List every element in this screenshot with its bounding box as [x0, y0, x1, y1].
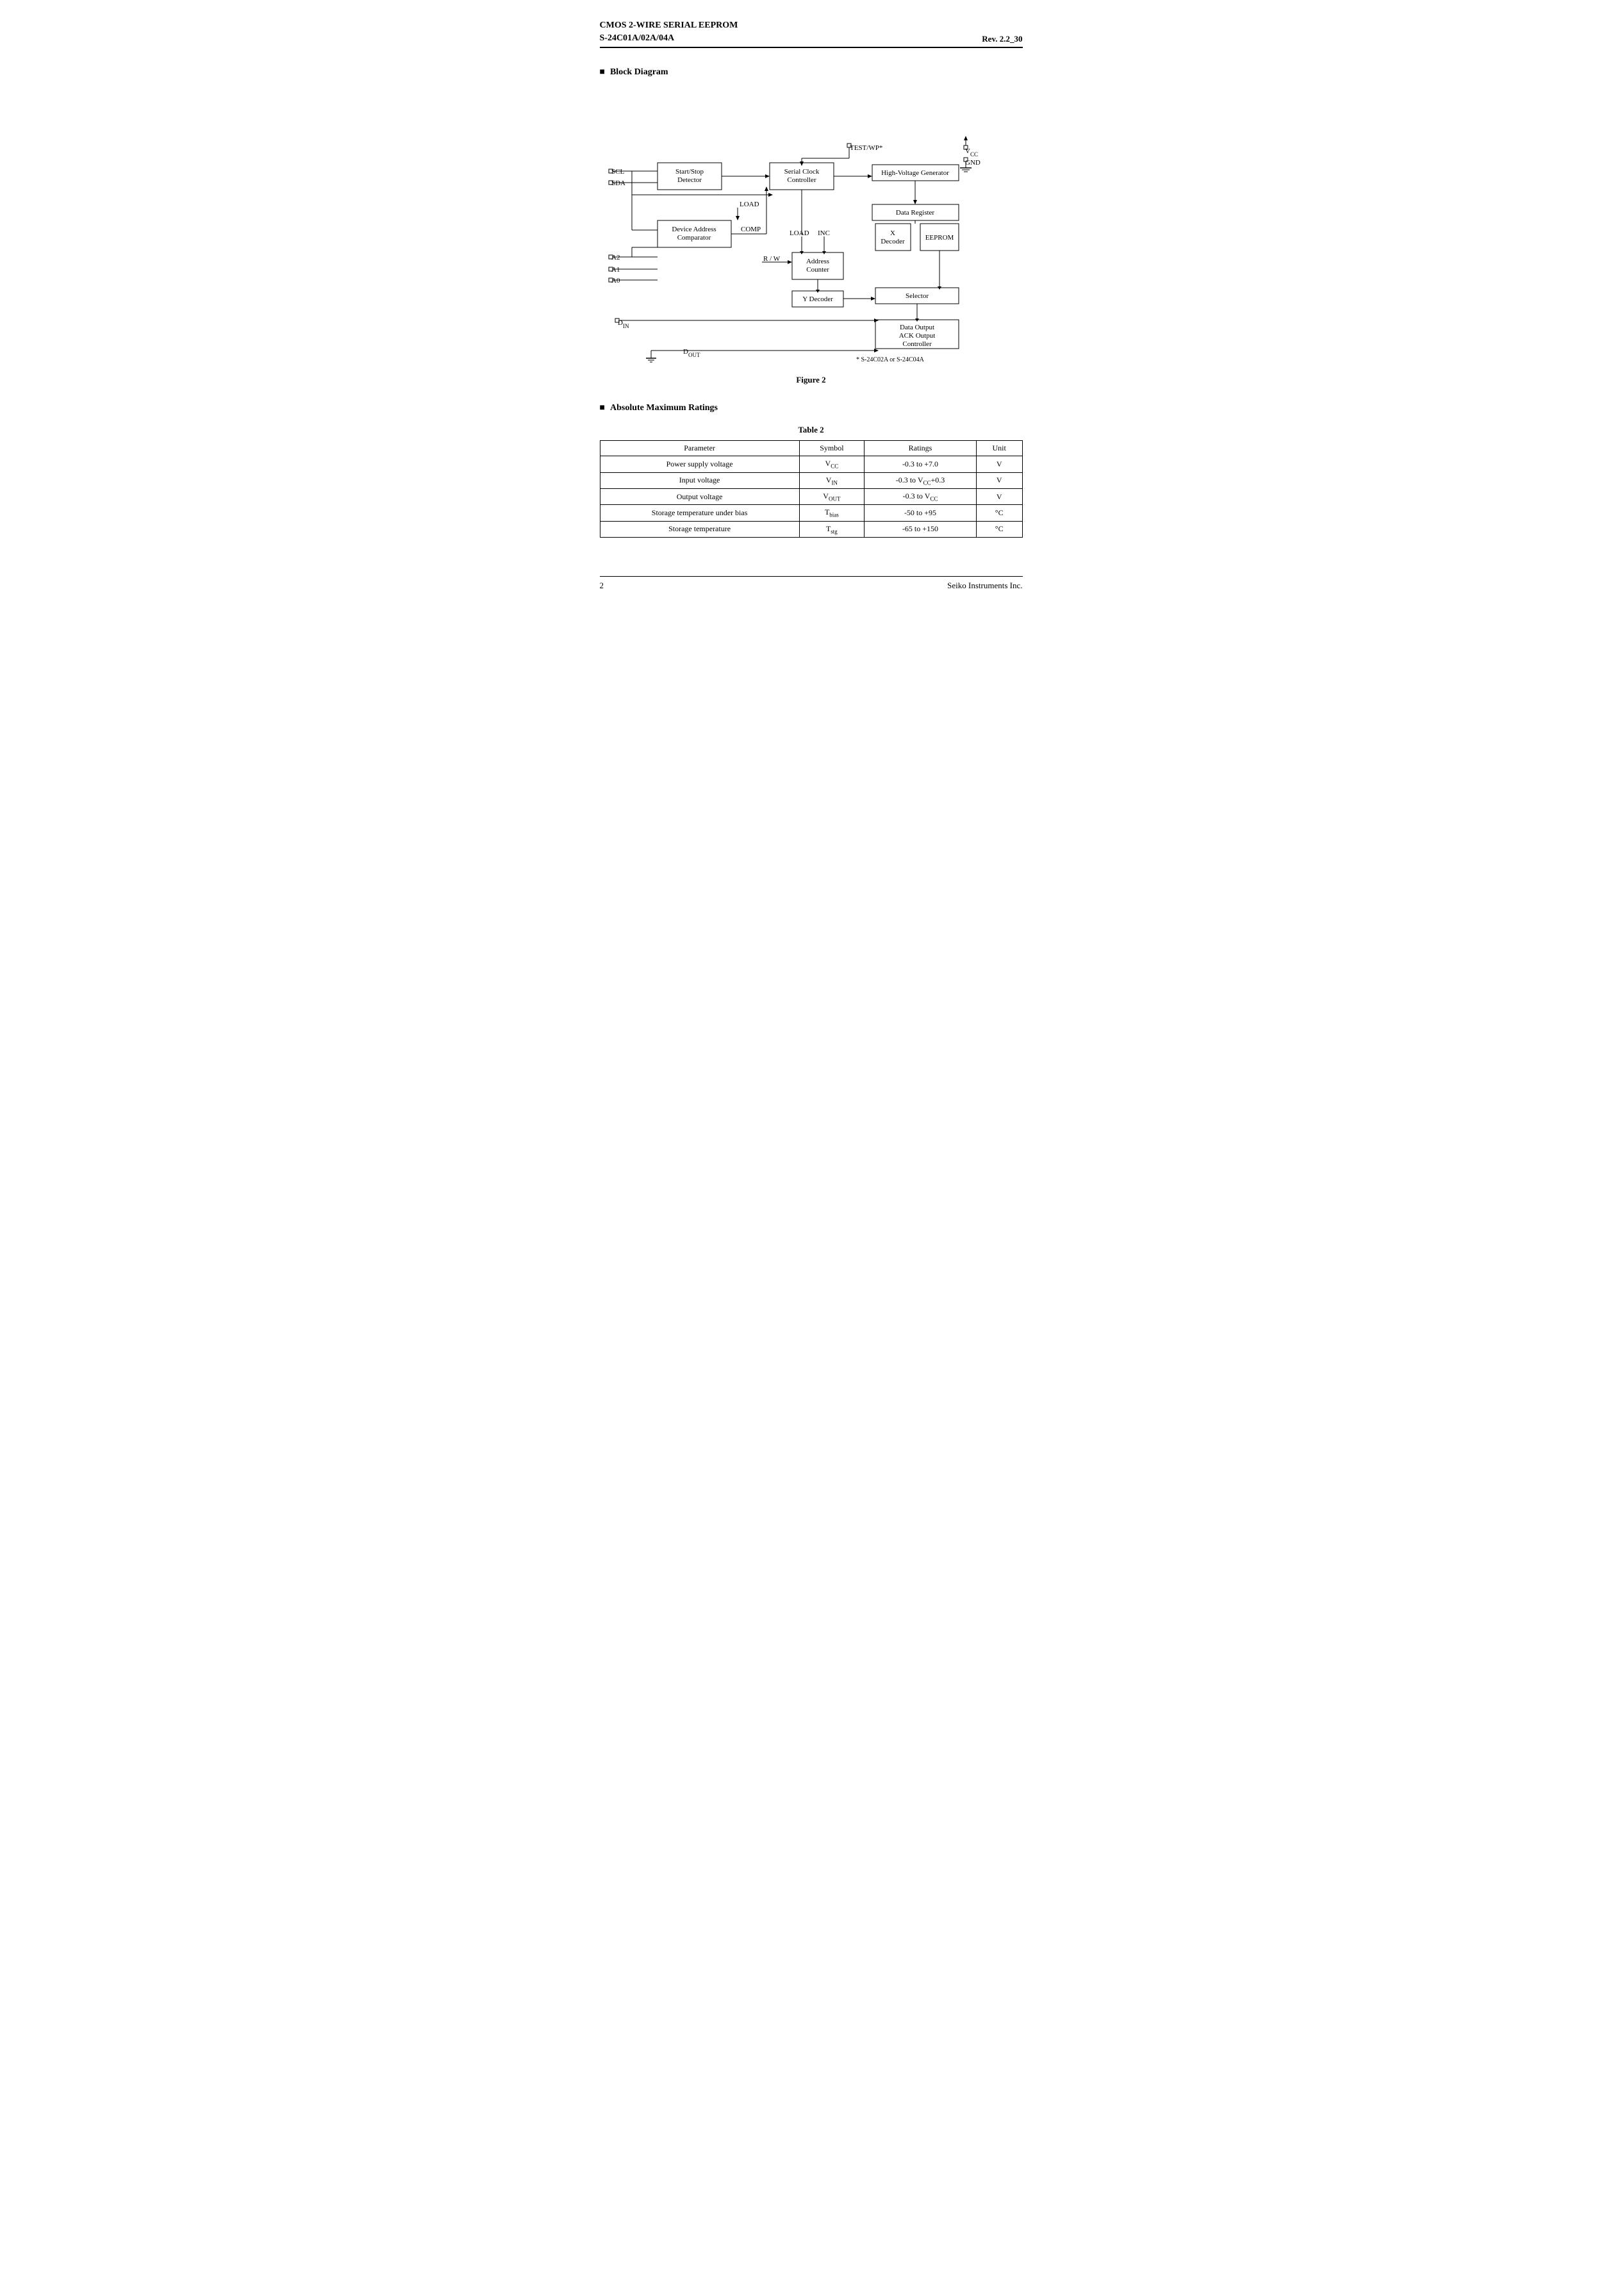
rat-vcc: -0.3 to +7.0: [865, 456, 977, 472]
param-storage-bias: Storage temperature under bias: [600, 505, 799, 521]
dout-label: DOUT: [683, 348, 700, 358]
sym-tbias: Tbias: [799, 505, 864, 521]
figure-caption: Figure 2: [600, 375, 1023, 385]
rat-vout: -0.3 to VCC: [865, 488, 977, 504]
table-row: Storage temperature under bias Tbias -50…: [600, 505, 1022, 521]
address-counter-label2: Counter: [806, 266, 829, 274]
rat-vin: -0.3 to VCC+0.3: [865, 472, 977, 488]
table-row: Output voltage VOUT -0.3 to VCC V: [600, 488, 1022, 504]
page-footer: 2 Seiko Instruments Inc.: [600, 576, 1023, 591]
device-address-label: Device Address: [672, 226, 716, 233]
param-output-voltage: Output voltage: [600, 488, 799, 504]
param-storage-temp: Storage temperature: [600, 521, 799, 537]
block-diagram-heading: Block Diagram: [600, 67, 1023, 78]
unit-tstg: °C: [976, 521, 1022, 537]
eeprom-label: EEPROM: [925, 234, 954, 242]
abs-max-heading: Absolute Maximum Ratings: [600, 403, 1023, 413]
company-name: Seiko Instruments Inc.: [947, 581, 1022, 591]
serial-clock-label: Serial Clock: [784, 168, 819, 176]
ack-output-label: ACK Output: [898, 332, 935, 340]
table-row: Input voltage VIN -0.3 to VCC+0.3 V: [600, 472, 1022, 488]
diagram-svg: SCL SDA Start/Stop Detector Serial Clock…: [600, 89, 1036, 365]
col-unit: Unit: [976, 441, 1022, 456]
rat-tbias: -50 to +95: [865, 505, 977, 521]
page-header: CMOS 2-WIRE SERIAL EEPROM S-24C01A/02A/0…: [600, 19, 1023, 48]
table-row: Storage temperature Tstg -65 to +150 °C: [600, 521, 1022, 537]
revision-label: Rev. 2.2_30: [982, 34, 1022, 44]
sym-tstg: Tstg: [799, 521, 864, 537]
device-address-label2: Comparator: [677, 234, 711, 242]
sym-vin: VIN: [799, 472, 864, 488]
load-label: LOAD: [740, 201, 759, 208]
unit-tbias: °C: [976, 505, 1022, 521]
col-ratings: Ratings: [865, 441, 977, 456]
footnote: * S-24C02A or S-24C04A: [856, 356, 925, 363]
sym-vcc: VCC: [799, 456, 864, 472]
load2-label: LOAD: [790, 229, 809, 237]
page-number: 2: [600, 581, 604, 591]
start-stop-label: Start/Stop: [675, 168, 704, 176]
controller-label: Controller: [902, 340, 932, 348]
unit-vout: V: [976, 488, 1022, 504]
rat-tstg: -65 to +150: [865, 521, 977, 537]
sda-label: SDA: [611, 179, 625, 187]
start-stop-label2: Detector: [677, 176, 702, 184]
table-row: Power supply voltage VCC -0.3 to +7.0 V: [600, 456, 1022, 472]
col-parameter: Parameter: [600, 441, 799, 456]
x-decoder-label2: Decoder: [881, 238, 905, 245]
selector-label: Selector: [905, 292, 928, 300]
param-input-voltage: Input voltage: [600, 472, 799, 488]
comp-label: COMP: [741, 226, 761, 233]
block-diagram: SCL SDA Start/Stop Detector Serial Clock…: [600, 89, 1023, 367]
document-title: CMOS 2-WIRE SERIAL EEPROM S-24C01A/02A/0…: [600, 19, 738, 44]
rw-label: R / W: [763, 255, 781, 263]
x-decoder-label: X: [890, 229, 895, 237]
inc-label: INC: [818, 229, 830, 237]
col-symbol: Symbol: [799, 441, 864, 456]
table-caption: Table 2: [600, 425, 1023, 435]
data-register-label: Data Register: [895, 209, 934, 217]
high-voltage-label: High-Voltage Generator: [881, 169, 949, 177]
y-decoder-label: Y Decoder: [802, 295, 833, 303]
sym-vout: VOUT: [799, 488, 864, 504]
abs-max-table: Parameter Symbol Ratings Unit Power supp…: [600, 440, 1023, 538]
scl-label: SCL: [611, 168, 624, 176]
unit-vin: V: [976, 472, 1022, 488]
unit-vcc: V: [976, 456, 1022, 472]
vcc-label: VCC: [965, 147, 978, 158]
address-counter-label: Address: [806, 258, 829, 265]
param-power-supply: Power supply voltage: [600, 456, 799, 472]
serial-clock-label2: Controller: [787, 176, 816, 184]
test-wp-label: TEST/WP*: [850, 144, 882, 152]
data-output-label: Data Output: [899, 324, 934, 331]
